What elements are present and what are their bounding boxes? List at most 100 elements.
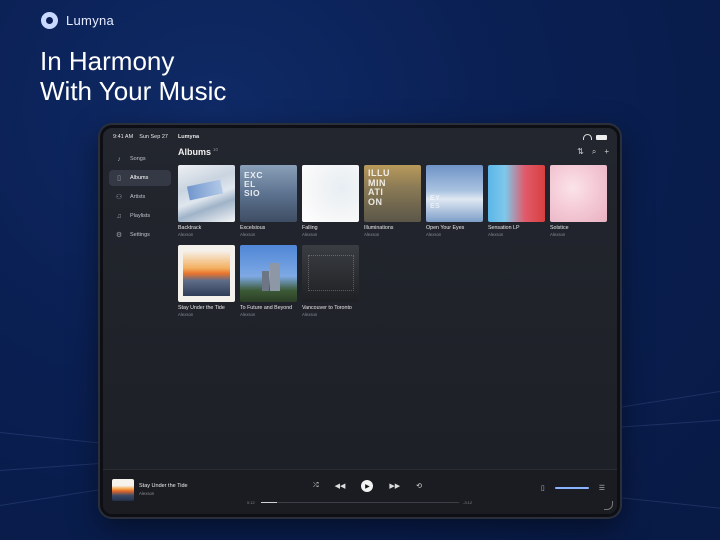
brand-name: Lumyna xyxy=(66,13,115,28)
album-title: To Future and Beyond xyxy=(240,305,293,311)
queue-icon[interactable]: ☰ xyxy=(599,484,605,492)
now-playing-bar: Stay Under the Tide Alexson ⤮ ◀◀ ▶ ▶▶ ⟲ … xyxy=(103,469,617,514)
shuffle-icon[interactable]: ⤮ xyxy=(313,482,319,490)
sidebar-item-settings[interactable]: ⚙ Settings xyxy=(109,227,171,243)
time-elapsed: 0:12 xyxy=(247,500,255,505)
cover-lettering: EXC EL SIO xyxy=(244,170,263,198)
album-card[interactable]: EY ES Open Your Eyes Alexson xyxy=(426,165,483,237)
title-row: Albums 10 ⇅ ⌕ + xyxy=(178,145,611,159)
sidebar-item-label: Playlists xyxy=(130,213,151,219)
volume-slider[interactable] xyxy=(554,487,589,489)
playlist-icon: ♫ xyxy=(116,212,122,220)
album-cover xyxy=(240,245,297,302)
album-card[interactable]: Sensation LP Alexson xyxy=(488,165,545,237)
album-title: Falling xyxy=(302,225,318,231)
album-artist: Alexson xyxy=(488,232,504,237)
album-title: Sensation LP xyxy=(488,225,520,231)
album-card[interactable]: Solstice Alexson xyxy=(550,165,607,237)
album-cover xyxy=(302,165,359,222)
wifi-icon xyxy=(583,134,592,140)
album-card[interactable]: EXC EL SIO Excelsious Alexson xyxy=(240,165,297,237)
album-artist: Alexson xyxy=(240,312,256,317)
app-screen: 9:41 AM Sun Sep 27 Lumyna ♪ Songs ▯ Albu… xyxy=(103,128,617,514)
album-cover xyxy=(550,165,607,222)
album-artist: Alexson xyxy=(178,312,194,317)
album-card[interactable]: Stay Under the Tide Alexson xyxy=(178,245,235,317)
status-bar: 9:41 AM Sun Sep 27 Lumyna xyxy=(113,132,607,142)
ring-logo-icon xyxy=(41,12,58,29)
music-note-icon: ♪ xyxy=(117,155,121,163)
album-title: Stay Under the Tide xyxy=(178,305,225,311)
status-app-name: Lumyna xyxy=(177,134,200,140)
progress-fill xyxy=(261,502,277,503)
album-card[interactable]: ILLU MIN ATI ON Illuminations Alexson xyxy=(364,165,421,237)
album-card[interactable]: Vancouver to Toronto Alexson xyxy=(302,245,359,317)
sidebar-item-albums[interactable]: ▯ Albums xyxy=(109,170,171,186)
sidebar: ♪ Songs ▯ Albums ⚇ Artists ♫ Playlists ⚙… xyxy=(107,148,173,488)
albums-view: Albums 10 ⇅ ⌕ + Backtrack Alexson EXC EL… xyxy=(178,145,611,464)
hero-line-1: In Harmony xyxy=(40,46,175,76)
album-cover xyxy=(302,245,359,302)
album-title: Backtrack xyxy=(178,225,202,231)
album-grid: Backtrack Alexson EXC EL SIO Excelsious … xyxy=(178,165,607,317)
toolbar: ⇅ ⌕ + xyxy=(577,147,609,157)
plus-icon[interactable]: + xyxy=(604,147,609,157)
resize-handle-icon xyxy=(604,501,613,510)
battery-icon xyxy=(596,134,607,140)
album-cover xyxy=(178,165,235,222)
status-date: Sun Sep 27 xyxy=(139,134,168,140)
sidebar-item-playlists[interactable]: ♫ Playlists xyxy=(109,208,171,224)
hero-headline: In Harmony With Your Music xyxy=(40,46,226,106)
volume-fill xyxy=(554,487,589,489)
sidebar-item-label: Albums xyxy=(130,175,149,181)
album-cover xyxy=(488,165,545,222)
album-card[interactable]: Falling Alexson xyxy=(302,165,359,237)
sidebar-item-artists[interactable]: ⚇ Artists xyxy=(109,189,171,205)
repeat-icon[interactable]: ⟲ xyxy=(416,482,422,490)
status-time: 9:41 AM xyxy=(113,134,134,140)
hero-line-2: With Your Music xyxy=(40,76,227,106)
album-artist: Alexson xyxy=(550,232,566,237)
album-cover: EY ES xyxy=(426,165,483,222)
album-artist: Alexson xyxy=(240,232,256,237)
album-title: Solstice xyxy=(550,225,569,231)
album-card[interactable]: Backtrack Alexson xyxy=(178,165,235,237)
tablet-frame: 9:41 AM Sun Sep 27 Lumyna ♪ Songs ▯ Albu… xyxy=(100,125,620,517)
next-icon[interactable]: ▶▶ xyxy=(389,482,400,490)
now-playing-title: Stay Under the Tide xyxy=(139,483,188,489)
album-card[interactable]: To Future and Beyond Alexson xyxy=(240,245,297,317)
brand: Lumyna xyxy=(41,12,114,29)
album-count: 10 xyxy=(213,147,219,152)
sort-icon[interactable]: ⇅ xyxy=(577,147,584,157)
cover-lettering: ILLU MIN ATI ON xyxy=(368,168,390,207)
gear-icon: ⚙ xyxy=(115,232,123,239)
album-cover: ILLU MIN ATI ON xyxy=(364,165,421,222)
progress-bar[interactable] xyxy=(261,502,459,503)
page-title: Albums xyxy=(178,147,212,157)
play-button[interactable]: ▶ xyxy=(361,480,374,492)
album-artist: Alexson xyxy=(426,232,442,237)
time-remaining: -3:12 xyxy=(463,500,473,505)
album-cover: EXC EL SIO xyxy=(240,165,297,222)
sidebar-item-songs[interactable]: ♪ Songs xyxy=(109,151,171,167)
previous-icon[interactable]: ◀◀ xyxy=(335,482,346,490)
device-icon[interactable]: ▯ xyxy=(541,484,545,492)
album-cover xyxy=(178,245,235,302)
album-icon: ▯ xyxy=(117,175,121,182)
album-title: Vancouver to Toronto xyxy=(302,305,352,311)
album-artist: Alexson xyxy=(364,232,380,237)
album-artist: Alexson xyxy=(178,232,194,237)
sidebar-item-label: Songs xyxy=(130,156,146,162)
person-icon: ⚇ xyxy=(115,194,123,201)
album-artist: Alexson xyxy=(302,232,318,237)
now-playing-artwork[interactable] xyxy=(112,479,134,501)
search-icon[interactable]: ⌕ xyxy=(592,147,596,157)
playback-controls: ⤮ ◀◀ ▶ ▶▶ ⟲ xyxy=(313,480,422,492)
album-title: Illuminations xyxy=(364,225,394,231)
now-playing-artist: Alexson xyxy=(139,491,155,496)
album-title: Open Your Eyes xyxy=(426,225,465,231)
sidebar-item-label: Settings xyxy=(130,232,150,238)
output-controls: ▯ ☰ xyxy=(541,484,605,492)
play-icon: ▶ xyxy=(365,483,370,490)
sidebar-item-label: Artists xyxy=(130,194,146,200)
